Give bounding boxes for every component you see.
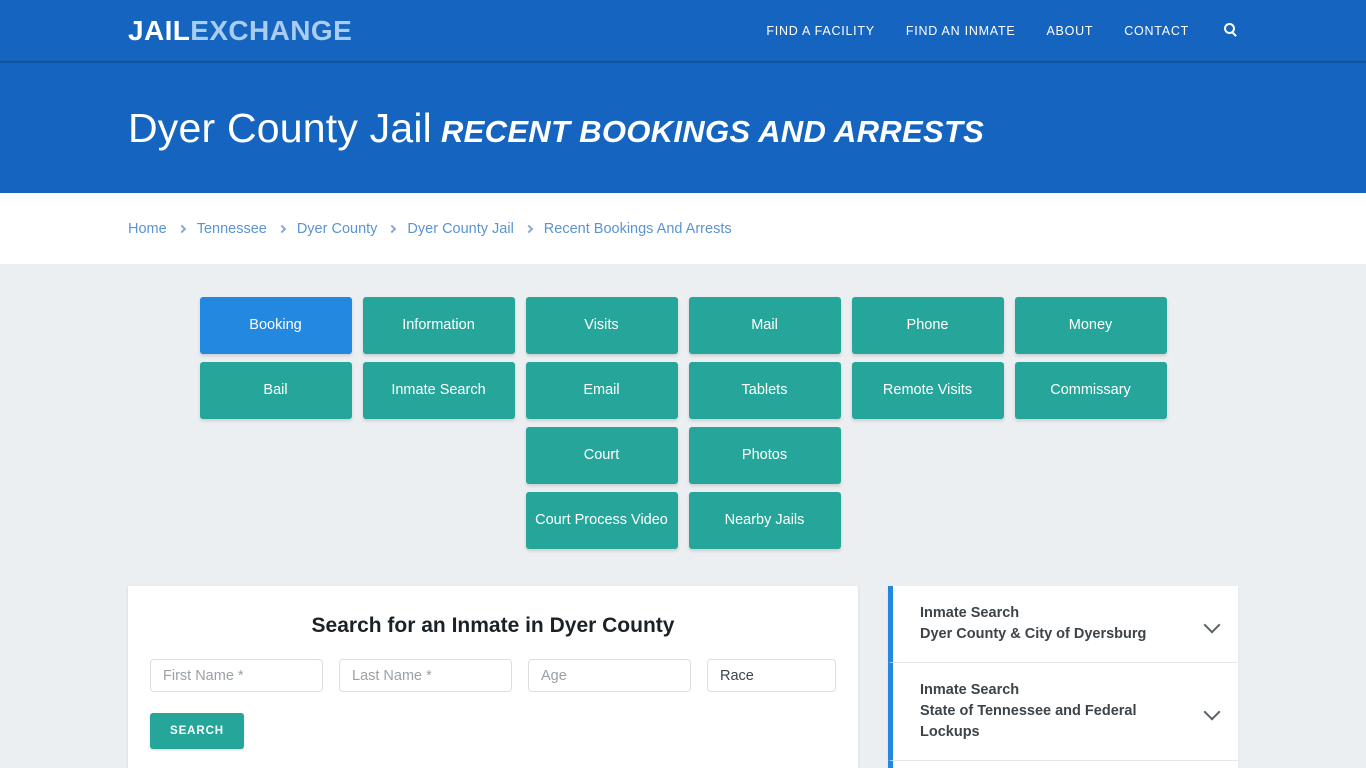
accordion-line-1: Inmate Search [920,605,1020,621]
chevron-right-icon [277,224,287,233]
breadcrumb: Home Tennessee Dyer County Dyer County J… [128,221,732,237]
logo-secondary-text: EXCHANGE [190,14,353,46]
tile-money[interactable]: Money [1014,297,1167,354]
search-fields: Race [150,659,836,692]
inmate-search-card: Search for an Inmate in Dyer County Race… [128,586,858,768]
accordion-line-2: Dyer County & City of Dyersburg [920,626,1147,643]
content-columns: Search for an Inmate in Dyer County Race… [128,586,1238,768]
tile-row-3: Court Process Video Nearby Jails [133,492,1233,549]
tile-inmate-search[interactable]: Inmate Search [362,362,515,419]
chevron-down-icon[interactable] [1205,617,1220,632]
search-card-heading: Search for an Inmate in Dyer County [311,614,675,637]
chevron-right-icon [177,224,186,233]
page-subtitle: Recent Bookings And Arrests [440,113,985,149]
first-name-input[interactable] [150,659,323,692]
logo-primary-text: JAIL [128,14,191,46]
page-hero: Dyer County Jail Recent Bookings And Arre… [0,63,1366,193]
tile-commissary[interactable]: Commissary [1014,362,1167,419]
chevron-right-icon [388,224,397,233]
tile-court-process-video[interactable]: Court Process Video [525,492,678,549]
search-icon[interactable] [1224,22,1240,39]
tile-mail[interactable]: Mail [688,297,841,354]
tile-tablets[interactable]: Tablets [688,362,841,419]
nav-item-find-a-facility[interactable]: FIND A FACILITY [766,24,875,38]
tile-phone[interactable]: Phone [851,297,1004,354]
tile-bail[interactable]: Bail [199,362,352,419]
sidebar: Inmate Search Dyer County & City of Dyer… [888,586,1238,768]
accordion-item-contact-information[interactable]: Dyer County Jail Contact Information [888,761,1238,768]
last-name-input[interactable] [339,659,512,692]
site-logo[interactable]: JAILEXCHANGE [128,14,353,46]
tile-remote-visits[interactable]: Remote Visits [851,362,1004,419]
accordion-line-2: State of Tennessee and Federal Lockups [920,703,1137,741]
nav-item-about[interactable]: ABOUT [1046,24,1093,38]
breadcrumb-bar: Home Tennessee Dyer County Dyer County J… [0,193,1366,264]
tile-email[interactable]: Email [525,362,678,419]
accordion-item-inmate-search-county[interactable]: Inmate Search Dyer County & City of Dyer… [888,586,1238,664]
race-select[interactable]: Race [707,659,836,692]
tile-booking[interactable]: Booking [199,297,352,354]
breadcrumb-item-home[interactable]: Home [128,221,167,237]
left-column: Search for an Inmate in Dyer County Race… [128,586,858,768]
chevron-right-icon [524,224,534,233]
main-nav: FIND A FACILITY FIND AN INMATE ABOUT CON… [766,22,1240,39]
breadcrumb-item-dyer-county-jail[interactable]: Dyer County Jail [407,221,513,237]
page-title: Dyer County Jail [128,104,432,151]
nav-item-contact[interactable]: CONTACT [1124,24,1189,38]
facility-tile-grid: Booking Information Visits Mail Phone Mo… [133,297,1233,549]
tile-nearby-jails[interactable]: Nearby Jails [688,492,841,549]
nav-item-find-an-inmate[interactable]: FIND AN INMATE [906,24,1016,38]
search-button[interactable]: SEARCH [150,713,244,749]
tile-information[interactable]: Information [362,297,515,354]
breadcrumb-item-recent-bookings[interactable]: Recent Bookings And Arrests [544,221,732,237]
breadcrumb-item-dyer-county[interactable]: Dyer County [297,221,378,237]
tile-photos[interactable]: Photos [688,427,841,484]
breadcrumb-item-tennessee[interactable]: Tennessee [197,221,267,237]
hero-inner: Dyer County Jail Recent Bookings And Arre… [128,105,984,152]
tile-visits[interactable]: Visits [525,297,678,354]
accordion-line-1: Inmate Search [920,682,1020,699]
top-navigation-bar: JAILEXCHANGE FIND A FACILITY FIND AN INM… [0,0,1366,63]
accordion-text: Inmate Search Dyer County & City of Dyer… [920,603,1193,645]
accordion-item-inmate-search-state[interactable]: Inmate Search State of Tennessee and Fed… [888,663,1238,762]
page-body: Booking Information Visits Mail Phone Mo… [0,264,1366,768]
chevron-down-icon[interactable] [1205,704,1220,719]
age-input[interactable] [528,659,691,692]
tile-court[interactable]: Court [525,427,678,484]
accordion-text: Inmate Search State of Tennessee and Fed… [920,680,1193,743]
